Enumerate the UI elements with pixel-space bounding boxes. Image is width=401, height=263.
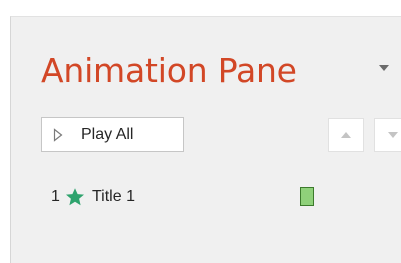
animation-timing-bar[interactable]: [300, 187, 314, 206]
animation-pane: Animation Pane Play All 1 Title 1: [10, 16, 401, 263]
pane-options-dropdown[interactable]: [373, 57, 395, 79]
animation-order-number: 1: [51, 188, 60, 205]
animation-list-item[interactable]: 1 Title 1: [51, 184, 351, 210]
play-all-button[interactable]: Play All: [41, 117, 184, 152]
animation-target-name: Title 1: [92, 188, 135, 205]
move-earlier-button[interactable]: [328, 118, 364, 152]
move-later-button[interactable]: [374, 118, 401, 152]
play-triangle-icon: [53, 127, 65, 142]
pane-title: Animation Pane: [41, 51, 297, 90]
triangle-down-icon: [388, 132, 398, 138]
triangle-down-icon: [379, 65, 389, 71]
triangle-up-icon: [341, 132, 351, 138]
entrance-star-icon: [65, 187, 85, 207]
play-all-label: Play All: [81, 125, 134, 143]
